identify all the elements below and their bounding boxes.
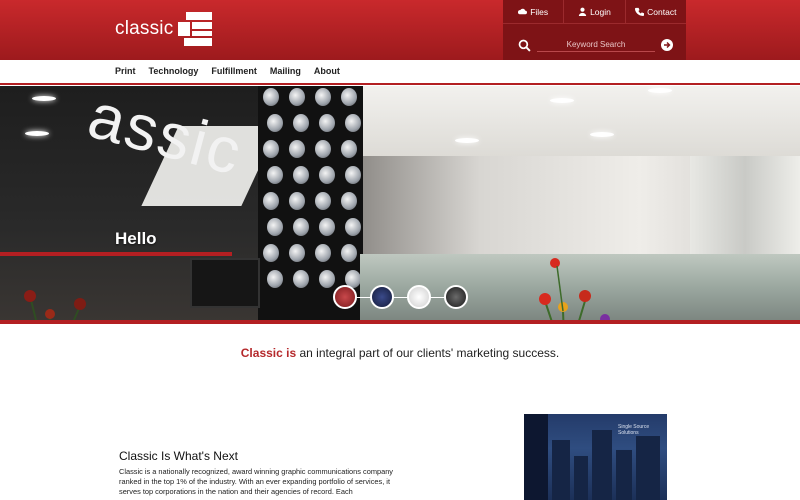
brochure-building	[636, 436, 660, 500]
nav-item-technology[interactable]: Technology	[149, 66, 199, 76]
section-title: Classic Is What's Next	[119, 449, 238, 463]
brochure-building	[616, 450, 632, 500]
arrow-right-icon	[664, 42, 671, 48]
porthole-decoration	[263, 244, 279, 262]
ceiling-light	[25, 131, 49, 136]
porthole-decoration	[267, 218, 283, 236]
porthole-decoration	[341, 192, 357, 210]
site-header: classic Files Login Contact	[0, 0, 800, 60]
porthole-decoration	[263, 140, 279, 158]
utility-links: Files Login Contact	[503, 0, 686, 24]
porthole-decoration	[263, 192, 279, 210]
porthole-decoration	[263, 88, 279, 106]
porthole-decoration	[289, 88, 305, 106]
porthole-decoration	[293, 270, 309, 288]
porthole-decoration	[267, 270, 283, 288]
porthole-decoration	[315, 88, 331, 106]
porthole-decoration	[289, 244, 305, 262]
porthole-decoration	[315, 192, 331, 210]
ceiling-light	[550, 98, 574, 103]
nav-item-fulfillment[interactable]: Fulfillment	[211, 66, 257, 76]
porthole-decoration	[319, 114, 335, 132]
porthole-decoration	[345, 218, 361, 236]
search-icon	[518, 39, 531, 52]
brochure-image[interactable]: Single Source Solutions	[524, 414, 667, 500]
ceiling-light	[590, 132, 614, 137]
porthole-decoration	[289, 140, 305, 158]
hero-heading: Hello	[115, 229, 157, 248]
search-input[interactable]	[537, 38, 655, 52]
section-body: Classic is a nationally recognized, awar…	[119, 467, 393, 496]
files-link[interactable]: Files	[503, 0, 563, 23]
brochure-building	[552, 440, 570, 500]
hero-heading-underline	[0, 252, 232, 256]
tagline: Classic is an integral part of our clien…	[0, 346, 800, 360]
porthole-decoration	[293, 114, 309, 132]
logo-mark-icon	[178, 12, 213, 46]
hero-monitor	[190, 258, 260, 308]
brochure-building	[592, 430, 612, 500]
slider-dot-1[interactable]	[333, 285, 357, 309]
porthole-decoration	[341, 88, 357, 106]
brochure-title: Single Source Solutions	[618, 424, 650, 436]
hero-flower-arrangement	[539, 258, 610, 322]
porthole-decoration	[293, 218, 309, 236]
brochure-building	[574, 456, 588, 500]
porthole-decoration	[345, 114, 361, 132]
porthole-decoration	[341, 244, 357, 262]
porthole-decoration	[319, 218, 335, 236]
nav-item-mailing[interactable]: Mailing	[270, 66, 301, 76]
logo[interactable]: classic	[115, 12, 213, 46]
slider-dot-3[interactable]	[407, 285, 431, 309]
porthole-decoration	[315, 244, 331, 262]
hero-flower-arrangement-left	[24, 290, 86, 322]
tagline-highlight: Classic is	[240, 346, 297, 360]
slider-dot-2[interactable]	[370, 285, 394, 309]
porthole-decoration	[267, 166, 283, 184]
porthole-decoration	[319, 270, 335, 288]
nav-item-about[interactable]: About	[314, 66, 340, 76]
user-icon	[578, 7, 587, 16]
slider-dot-4[interactable]	[444, 285, 468, 309]
files-link-label: Files	[530, 6, 549, 17]
ceiling-light	[455, 138, 479, 143]
logo-text: classic	[115, 18, 174, 39]
search-bar	[518, 38, 673, 52]
search-submit-button[interactable]	[661, 39, 673, 51]
ceiling-light	[648, 88, 672, 93]
porthole-decoration	[293, 166, 309, 184]
nav-item-print[interactable]: Print	[115, 66, 136, 76]
cloud-icon	[518, 8, 528, 15]
slider-track	[342, 297, 457, 298]
porthole-decoration	[319, 166, 335, 184]
porthole-decoration	[289, 192, 305, 210]
contact-link[interactable]: Contact	[624, 0, 686, 23]
login-link-label: Login	[590, 6, 611, 17]
porthole-decoration	[267, 114, 283, 132]
tagline-text: an integral part of our clients' marketi…	[296, 346, 560, 360]
hero-bottom-border	[0, 320, 800, 324]
ceiling-light	[32, 96, 56, 101]
brochure-spine	[524, 414, 548, 500]
porthole-decoration	[345, 166, 361, 184]
nav-items: Print Technology Fulfillment Mailing Abo…	[115, 66, 340, 76]
hero-banner: assic Hello	[0, 86, 800, 322]
porthole-decoration	[315, 140, 331, 158]
porthole-decoration	[341, 140, 357, 158]
phone-icon	[635, 7, 645, 16]
utility-panel: Files Login Contact	[503, 0, 686, 60]
main-nav: Print Technology Fulfillment Mailing Abo…	[0, 60, 800, 85]
contact-link-label: Contact	[647, 6, 677, 17]
login-link[interactable]: Login	[563, 0, 624, 23]
